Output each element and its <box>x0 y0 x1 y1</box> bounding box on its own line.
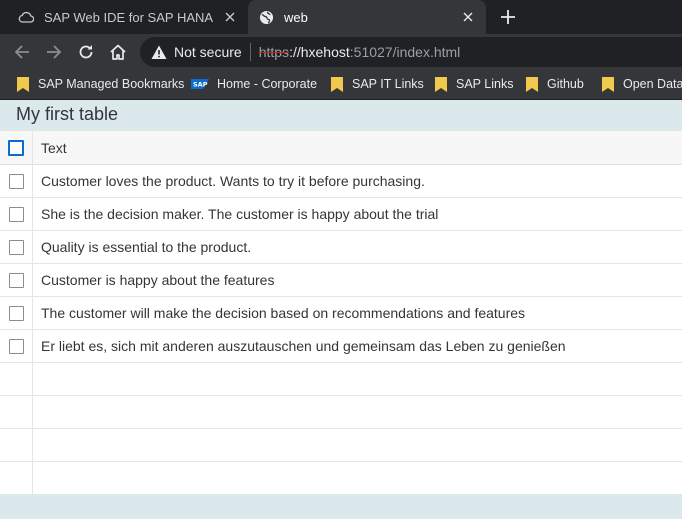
row-select-cell <box>0 231 33 263</box>
home-icon <box>110 44 126 60</box>
url-path: :51027/index.html <box>349 44 461 60</box>
address-bar[interactable]: Not secure https://hxehost:51027/index.h… <box>140 37 682 67</box>
select-all-checkbox[interactable] <box>8 139 24 156</box>
folder-icon <box>434 76 448 92</box>
table-row[interactable]: Customer loves the product. Wants to try… <box>0 165 682 198</box>
arrow-right-icon <box>47 45 62 59</box>
tab-web[interactable]: web <box>248 0 486 34</box>
page-content: My first table Text Customer loves the p… <box>0 101 682 519</box>
bookmark-label: SAP Managed Bookmarks <box>38 77 185 91</box>
bookmark-label: Github <box>547 77 584 91</box>
folder-icon <box>16 76 30 92</box>
tab-title: SAP Web IDE for SAP HANA <box>44 9 214 25</box>
forward-button[interactable] <box>44 42 64 62</box>
bookmark-label: Home - Corporate <box>217 77 318 91</box>
data-table: Text Customer loves the product. Wants t… <box>0 130 682 495</box>
table-cell: Customer loves the product. Wants to try… <box>41 173 425 189</box>
table-row[interactable]: Quality is essential to the product. <box>0 231 682 264</box>
empty-table-row <box>0 462 682 495</box>
row-select-cell <box>0 462 33 494</box>
bookmark-sap-managed-bookmarks[interactable]: SAP Managed Bookmarks <box>16 70 184 98</box>
row-select-cell <box>0 396 33 428</box>
reload-button[interactable] <box>76 42 96 62</box>
row-select-cell <box>0 429 33 461</box>
bookmark-label: SAP IT Links <box>352 77 424 91</box>
page-title: My first table <box>16 104 119 124</box>
bookmark-home-corporate[interactable]: SAP Home - Corporate <box>191 70 317 98</box>
folder-icon <box>601 76 615 92</box>
table-cell: Er liebt es, sich mit anderen auszutausc… <box>41 338 566 354</box>
browser-toolbar: Not secure https://hxehost:51027/index.h… <box>0 34 682 70</box>
row-checkbox[interactable] <box>8 338 24 354</box>
bookmark-open-data[interactable]: Open Data <box>601 70 682 98</box>
bookmarks-bar: SAP Managed Bookmarks SAP Home - Corpora… <box>0 70 682 100</box>
tab-strip: SAP Web IDE for SAP HANA web <box>0 0 682 34</box>
url-scheme: https <box>258 44 290 60</box>
table-cell: Quality is essential to the product. <box>41 239 252 255</box>
table-cell: Customer is happy about the features <box>41 272 275 288</box>
row-checkbox[interactable] <box>8 305 24 321</box>
bookmark-github[interactable]: Github <box>525 70 584 98</box>
row-select-cell <box>0 363 33 395</box>
table-cell: The customer will make the decision base… <box>41 305 526 321</box>
home-button[interactable] <box>108 42 128 62</box>
security-status[interactable]: Not secure <box>174 44 242 60</box>
empty-table-row <box>0 363 682 396</box>
bookmark-sap-links[interactable]: SAP Links <box>434 70 513 98</box>
table-cell: She is the decision maker. The customer … <box>41 206 439 222</box>
divider <box>249 43 251 61</box>
column-header-text[interactable]: Text <box>41 131 67 164</box>
plus-icon <box>501 10 515 24</box>
table-header-row: Text <box>0 131 682 165</box>
row-select-cell <box>0 264 33 296</box>
select-all-cell <box>0 131 33 164</box>
row-select-cell <box>0 330 33 362</box>
url-text[interactable]: https://hxehost:51027/index.html <box>259 44 461 60</box>
bookmark-label: SAP Links <box>456 77 514 91</box>
row-select-cell <box>0 165 33 197</box>
cloud-icon <box>18 9 34 25</box>
table-row[interactable]: Er liebt es, sich mit anderen auszutausc… <box>0 330 682 363</box>
tab-title: web <box>284 9 308 25</box>
close-tab-icon[interactable] <box>222 9 238 25</box>
empty-table-row <box>0 429 682 462</box>
folder-icon <box>330 76 344 92</box>
row-checkbox[interactable] <box>8 173 24 189</box>
row-checkbox[interactable] <box>8 206 24 222</box>
table-row[interactable]: Customer is happy about the features <box>0 264 682 297</box>
row-checkbox[interactable] <box>8 272 24 288</box>
url-host: ://hxehost <box>289 44 350 60</box>
close-tab-icon[interactable] <box>460 9 476 25</box>
new-tab-button[interactable] <box>498 7 518 27</box>
globe-icon <box>258 9 274 25</box>
table-row[interactable]: The customer will make the decision base… <box>0 297 682 330</box>
sap-logo-icon: SAP <box>191 76 209 92</box>
empty-table-row <box>0 396 682 429</box>
row-select-cell <box>0 198 33 230</box>
bookmark-label: Open Data <box>623 77 682 91</box>
tab-sap-web-ide[interactable]: SAP Web IDE for SAP HANA <box>8 0 248 34</box>
arrow-left-icon <box>14 45 29 59</box>
page-footer <box>0 494 682 519</box>
back-button[interactable] <box>12 42 32 62</box>
table-row[interactable]: She is the decision maker. The customer … <box>0 198 682 231</box>
bookmark-sap-it-links[interactable]: SAP IT Links <box>330 70 424 98</box>
sap-logo-text: SAP <box>193 81 208 89</box>
row-select-cell <box>0 297 33 329</box>
folder-icon <box>525 76 539 92</box>
row-checkbox[interactable] <box>8 239 24 255</box>
reload-icon <box>79 45 93 59</box>
warning-icon[interactable] <box>150 43 168 61</box>
